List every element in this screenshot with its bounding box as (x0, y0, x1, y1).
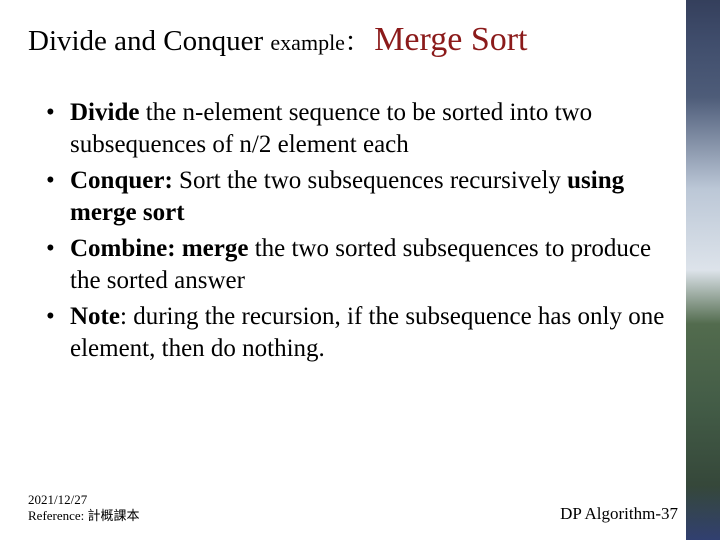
list-item: Divide the n-element sequence to be sort… (46, 97, 678, 161)
slide-title: Divide and Conquer example： Merge Sort (28, 20, 678, 61)
title-accent: Merge Sort (374, 21, 527, 58)
footer-date: 2021/12/27 (28, 492, 140, 508)
slide-content: Divide and Conquer example： Merge Sort D… (0, 0, 720, 540)
bullet-label: Conquer: (70, 167, 173, 194)
bullet-label: Combine: (70, 235, 176, 262)
bullet-text: during the recursion, if the subsequence… (70, 303, 664, 362)
bullet-text-pre: Sort the two subsequences recursively (179, 167, 567, 194)
bullet-label: Note (70, 303, 120, 330)
slide-footer: 2021/12/27 Reference: 計概課本 DP Algorithm-… (28, 484, 678, 525)
bullet-list: Divide the n-element sequence to be sort… (28, 97, 678, 484)
bullet-text-strong: merge (182, 235, 249, 262)
list-item: Note: during the recursion, if the subse… (46, 301, 678, 365)
bullet-sep: : (120, 303, 133, 330)
footer-reference: Reference: 計概課本 (28, 508, 140, 524)
bullet-text: the n-element sequence to be sorted into… (70, 99, 592, 158)
list-item: Conquer: Sort the two subsequences recur… (46, 165, 678, 229)
bullet-label: Divide (70, 99, 139, 126)
list-item: Combine: merge the two sorted subsequenc… (46, 233, 678, 297)
footer-left: 2021/12/27 Reference: 計概課本 (28, 492, 140, 525)
footer-page: DP Algorithm-37 (560, 504, 678, 524)
title-small: example： (270, 30, 367, 55)
title-part1: Divide and Conquer (28, 25, 270, 57)
